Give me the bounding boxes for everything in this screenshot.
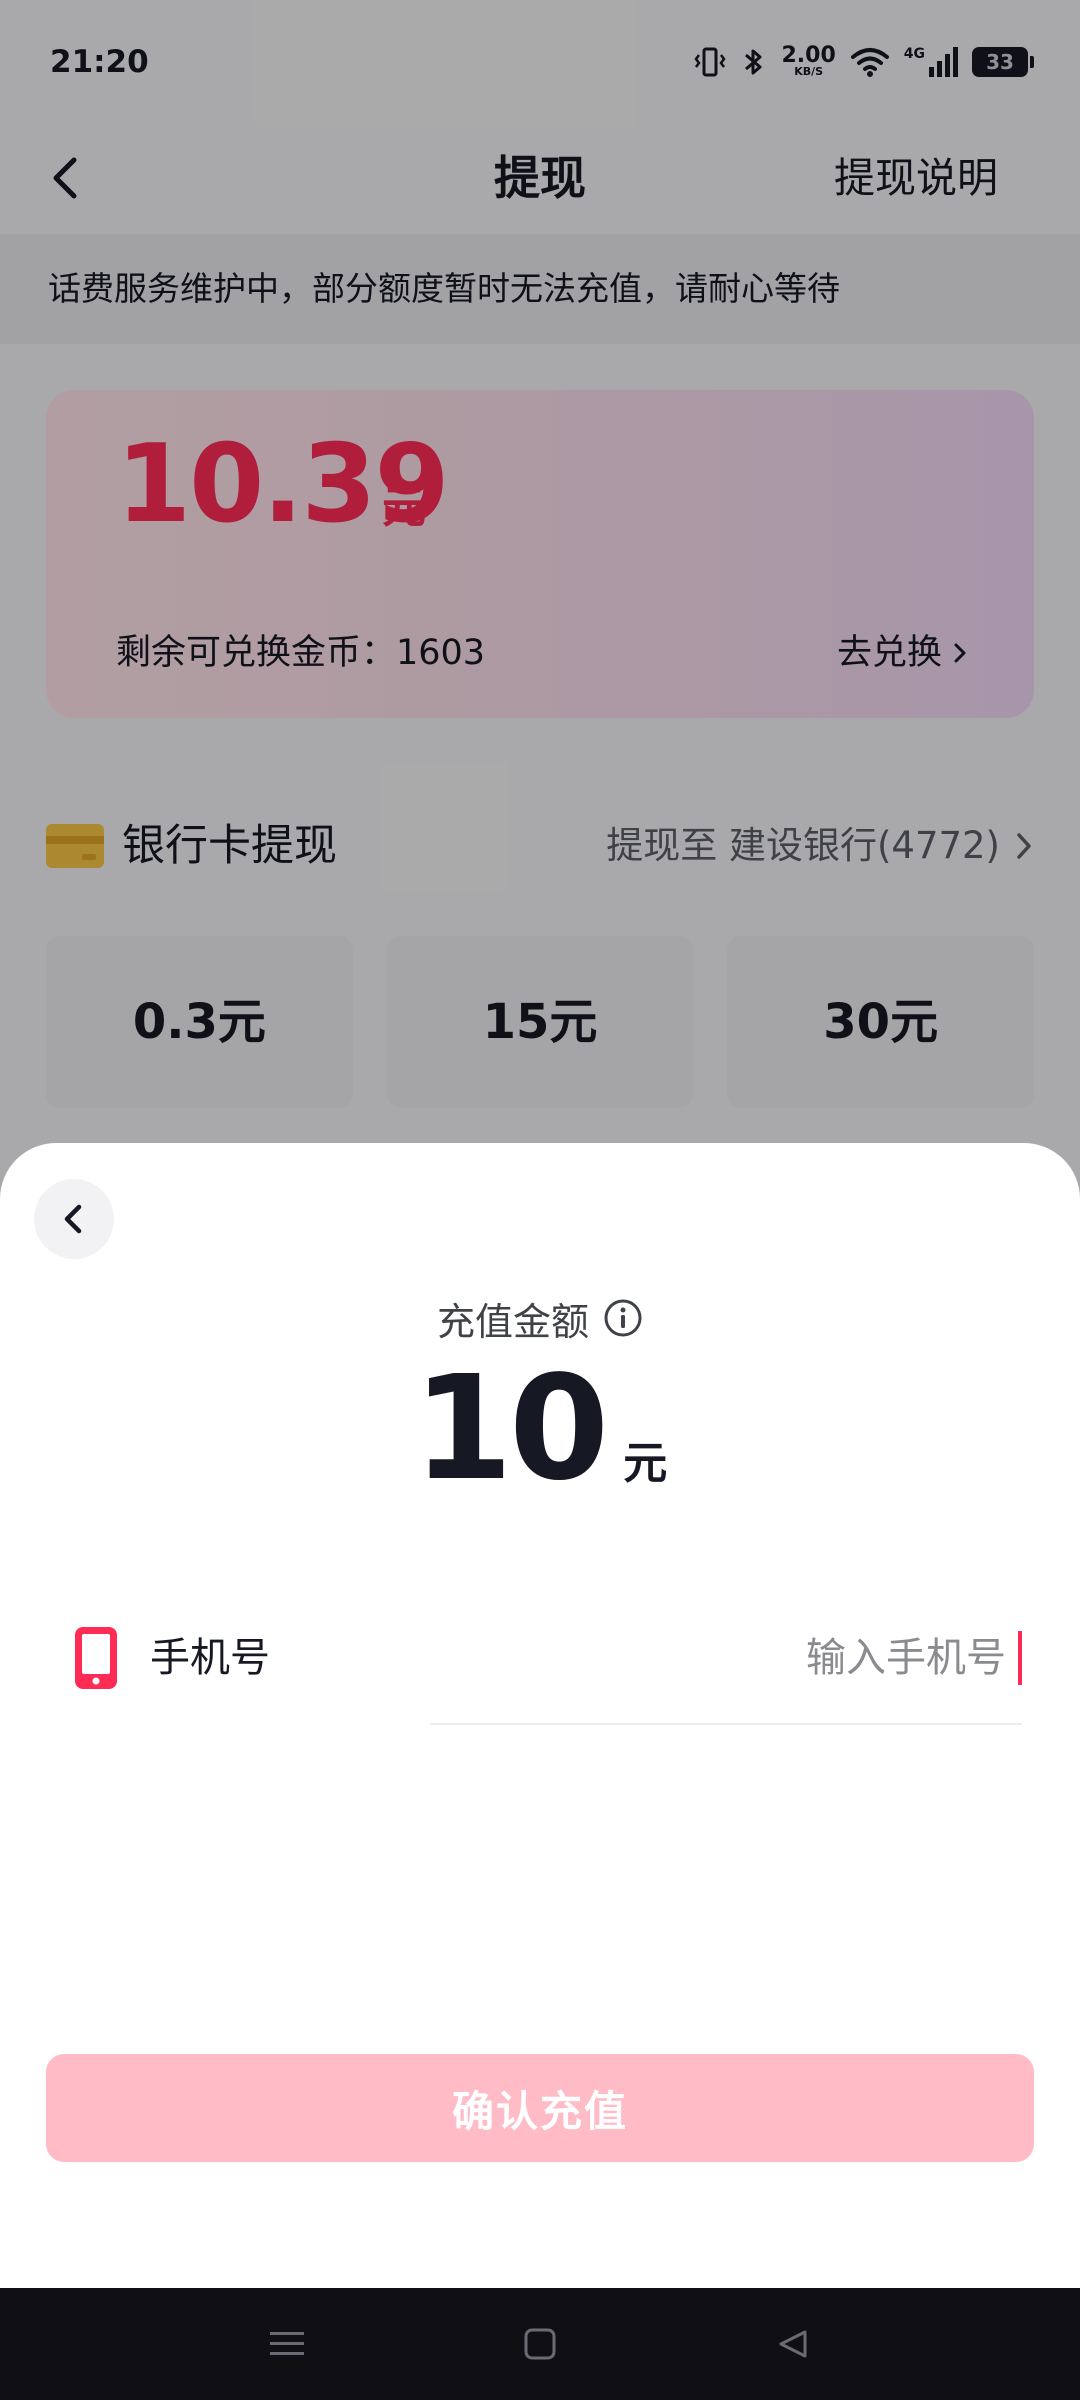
phone-label: 手机号 (150, 1635, 270, 1681)
confirm-recharge-button[interactable]: 确认充值 (46, 2054, 1034, 2162)
mobile-phone-icon (75, 1627, 117, 1689)
recharge-amount-label: 充值金额 (0, 1288, 1080, 1348)
phone-input-underline (430, 1723, 1022, 1725)
chevron-left-icon (64, 1204, 82, 1234)
sheet-back-button[interactable] (34, 1179, 114, 1259)
recharge-sheet: 充值金额 10 元 手机号 确认充值 (0, 1143, 1080, 2288)
recharge-amount: 10 元 (0, 1348, 1080, 1508)
system-home-button[interactable] (510, 2314, 570, 2374)
text-caret (1018, 1631, 1022, 1685)
home-square-icon (524, 2328, 556, 2360)
phone-input[interactable] (420, 1625, 1020, 1691)
back-triangle-icon (779, 2330, 807, 2358)
recharge-label-text: 充值金额 (436, 1299, 589, 1344)
system-menu-button[interactable] (257, 2314, 317, 2374)
system-navigation-bar (0, 2288, 1080, 2400)
system-back-button[interactable] (763, 2314, 823, 2374)
menu-icon (269, 2332, 304, 2355)
recharge-amount-value: 10 (412, 1344, 609, 1512)
recharge-amount-unit: 元 (623, 1438, 668, 1489)
info-circle-icon[interactable] (603, 1298, 643, 1338)
phone-row: 手机号 (0, 1603, 1080, 1723)
